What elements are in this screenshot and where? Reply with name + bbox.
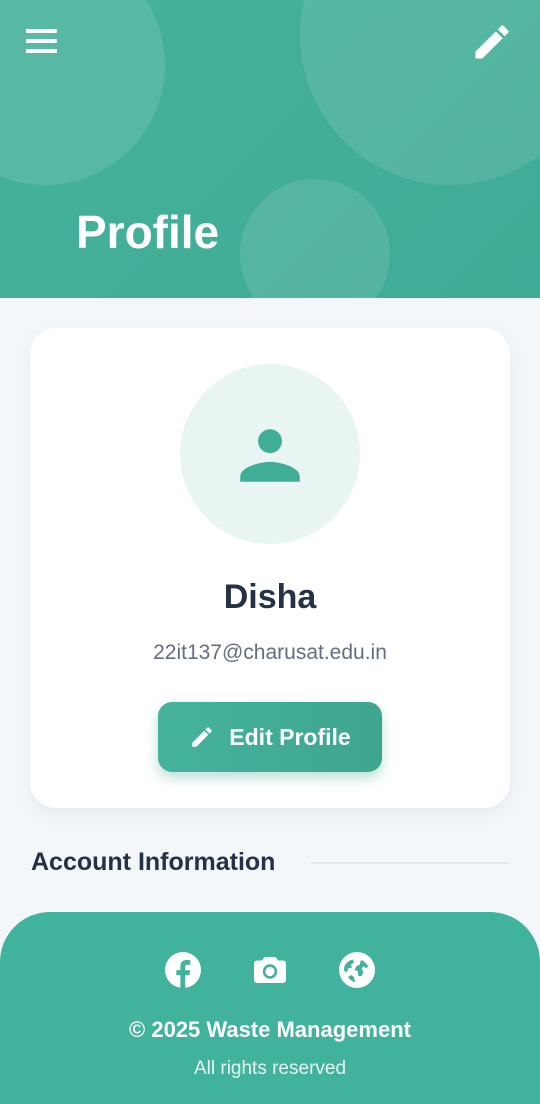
copyright-text: © 2025 Waste Management: [129, 1017, 411, 1042]
profile-name: Disha: [223, 578, 317, 616]
edit-profile-button[interactable]: Edit Profile: [158, 702, 382, 772]
pencil-icon[interactable]: [470, 20, 514, 64]
footer: © 2025 Waste Management All rights reser…: [0, 912, 540, 1104]
rights-text: All rights reserved: [193, 1058, 347, 1079]
facebook-icon[interactable]: [165, 952, 201, 988]
profile-email: 22it137@charusat.edu.in: [153, 641, 387, 664]
camera-icon[interactable]: [252, 952, 288, 988]
hamburger-menu-icon[interactable]: [22, 25, 62, 57]
profile-header: Profile: [0, 0, 540, 298]
edit-profile-label: Edit Profile: [229, 723, 351, 750]
profile-card: Disha 22it137@charusat.edu.in Edit Profi…: [30, 328, 510, 808]
pencil-icon: [192, 727, 213, 747]
person-icon: [240, 429, 300, 482]
globe-icon[interactable]: [339, 952, 375, 988]
avatar: [180, 364, 360, 544]
section-divider: [311, 862, 510, 864]
page-title: Profile: [76, 206, 220, 258]
decorative-circle: [240, 179, 390, 298]
account-information-heading: Account Information: [31, 848, 276, 876]
